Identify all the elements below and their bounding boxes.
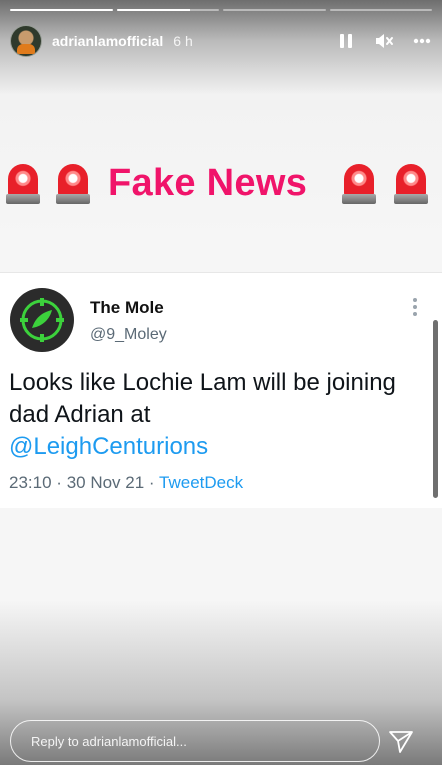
tweet-text: Looks like Lochie Lam will be joining da… [9,367,409,463]
story-controls [336,31,432,51]
progress-segment [116,9,219,11]
fake-news-banner: Fake News [0,160,442,210]
tweet-author-handle: @9_Moley [90,326,167,343]
more-icon[interactable] [412,31,432,51]
story-progress [10,9,432,11]
police-light-icon [56,164,90,206]
police-light-icon [342,164,376,206]
mute-icon[interactable] [374,31,394,51]
tweet-mention-link[interactable]: @LeighCenturions [9,433,208,460]
tweet-more-icon[interactable] [413,298,417,316]
tweet-text-body: Looks like Lochie Lam will be joining da… [9,369,396,428]
send-icon[interactable] [388,728,414,754]
police-light-icon [394,164,428,206]
reply-placeholder: Reply to adrianlamofficial... [31,733,187,749]
story-header: adrianlamofficial 6 h [10,25,432,57]
meta-separator: · [56,473,62,492]
username[interactable]: adrianlamofficial [52,33,163,49]
story-view: adrianlamofficial 6 h Fake News The Mole… [0,0,442,765]
tweet-avatar[interactable] [10,288,74,352]
tweet-card[interactable]: The Mole @9_Moley Looks like Lochie Lam … [0,272,442,508]
tweet-date: 30 Nov 21 [66,473,145,492]
time-ago: 6 h [173,33,193,49]
meta-separator: · [148,473,155,492]
tweet-meta: 23:10 · 30 Nov 21 · TweetDeck [9,473,243,493]
pause-icon[interactable] [336,31,356,51]
tweet-author-name: The Mole [90,298,164,317]
avatar[interactable] [10,25,42,57]
police-light-icon [6,164,40,206]
progress-segment [223,9,326,11]
tweet-time: 23:10 [9,473,52,492]
progress-segment [329,9,432,11]
progress-segment [10,9,113,11]
tweet-source-link[interactable]: TweetDeck [159,473,243,492]
progress-fill [10,9,113,11]
fake-news-title: Fake News [108,162,308,204]
reply-input[interactable]: Reply to adrianlamofficial... [10,720,380,762]
progress-fill [116,9,191,11]
scrollbar[interactable] [433,320,438,498]
